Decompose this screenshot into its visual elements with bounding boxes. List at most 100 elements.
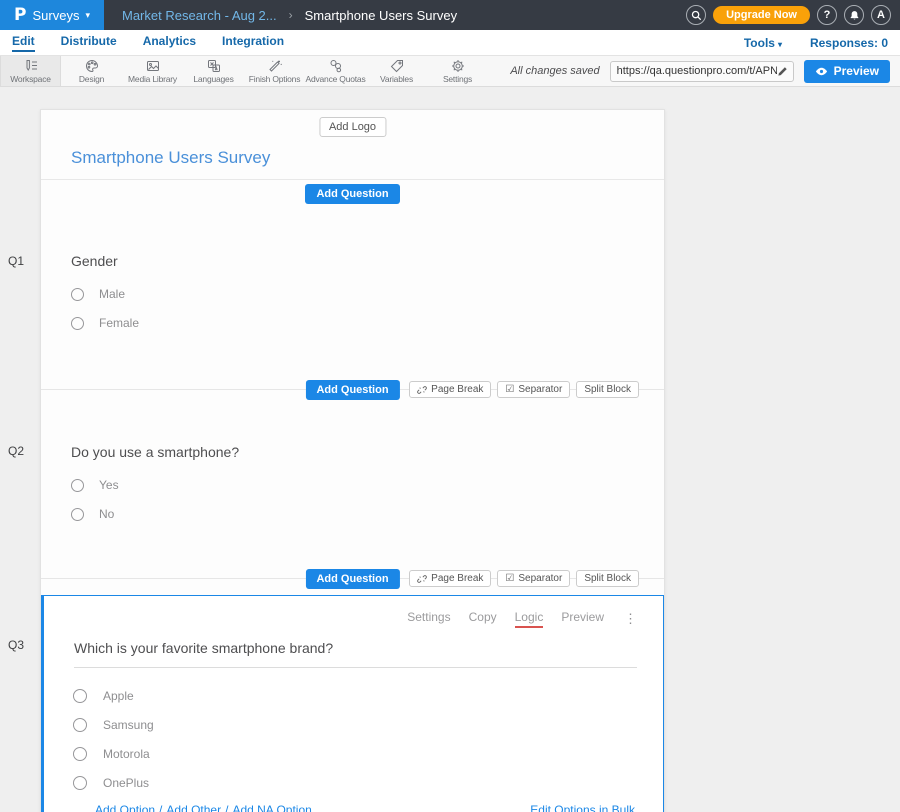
tab-integration[interactable]: Integration (222, 34, 284, 52)
radio-button[interactable] (73, 776, 87, 790)
search-button[interactable] (686, 5, 706, 25)
avatar-initial: A (877, 9, 885, 21)
option-label[interactable]: Female (99, 316, 139, 330)
quota-links-icon (329, 59, 343, 73)
option-label[interactable]: Yes (99, 478, 119, 492)
avatar[interactable]: A (871, 5, 891, 25)
more-options-icon[interactable]: ⋮ (624, 611, 637, 627)
survey-title[interactable]: Smartphone Users Survey (71, 148, 270, 168)
option-label[interactable]: OnePlus (103, 776, 149, 790)
question-text[interactable]: Gender (71, 253, 664, 269)
toolbar-item-design[interactable]: Design (61, 56, 122, 86)
question-settings-button[interactable]: Settings (407, 610, 450, 628)
radio-button[interactable] (71, 288, 84, 301)
split-block-button[interactable]: Split Block (576, 381, 639, 398)
add-question-row-1: Add Question (41, 180, 664, 207)
answer-option: Motorola (73, 747, 663, 761)
toolbar-item-variables[interactable]: Variables (366, 56, 427, 86)
add-option-link[interactable]: Add Option (95, 803, 155, 812)
breadcrumb-survey-name: Smartphone Users Survey (305, 8, 457, 23)
question-block-q1[interactable]: Gender Male Female (41, 207, 664, 380)
toolbar-item-label: Advance Quotas (305, 74, 365, 84)
languages-icon (207, 59, 221, 73)
tab-edit[interactable]: Edit (12, 34, 35, 52)
survey-url-text: https://qa.questionpro.com/t/APNrFZgQ (617, 65, 777, 77)
edit-pencil-icon[interactable] (777, 66, 788, 77)
notifications-button[interactable] (844, 5, 864, 25)
toolbar-item-label: Variables (380, 74, 413, 84)
radio-button[interactable] (73, 689, 87, 703)
separator-button[interactable]: ☑ Separator (497, 570, 570, 587)
add-question-button[interactable]: Add Question (305, 380, 399, 400)
answer-option: Samsung (73, 718, 663, 732)
add-other-link[interactable]: Add Other (166, 803, 221, 812)
option-label[interactable]: No (99, 507, 114, 521)
question-text[interactable]: Do you use a smartphone? (71, 444, 664, 460)
add-question-button[interactable]: Add Question (305, 184, 399, 204)
page-break-button[interactable]: Page Break (409, 381, 491, 398)
tab-distribute[interactable]: Distribute (61, 34, 117, 52)
page-break-button[interactable]: Page Break (409, 570, 491, 587)
page-break-label: Page Break (431, 384, 483, 395)
question-preview-button[interactable]: Preview (561, 610, 604, 628)
radio-button[interactable] (73, 718, 87, 732)
survey-canvas: Q1 Q2 Q3 Add Logo Smartphone Users Surve… (0, 87, 900, 812)
bell-icon (849, 10, 860, 21)
toolbar-item-label: Settings (443, 74, 472, 84)
save-status: All changes saved (510, 65, 599, 77)
survey-card: Add Logo Smartphone Users Survey Add Que… (40, 109, 665, 812)
upgrade-now-button[interactable]: Upgrade Now (713, 6, 810, 24)
question-toolbar: Settings Copy Logic Preview ⋮ (44, 596, 663, 628)
toolbar-item-workspace[interactable]: Workspace (0, 56, 61, 86)
question-block-q3-selected[interactable]: Settings Copy Logic Preview ⋮ Which is y… (41, 595, 664, 812)
option-label[interactable]: Apple (103, 689, 134, 703)
question-block-q2[interactable]: Do you use a smartphone? Yes No (41, 398, 664, 569)
separator-button[interactable]: ☑ Separator (497, 381, 570, 398)
radio-button[interactable] (73, 747, 87, 761)
radio-button[interactable] (71, 317, 84, 330)
question-mark-icon: ? (824, 9, 831, 21)
preview-button[interactable]: Preview (804, 60, 890, 83)
split-block-label: Split Block (584, 573, 631, 584)
question-copy-button[interactable]: Copy (469, 610, 497, 628)
option-label[interactable]: Motorola (103, 747, 150, 761)
toolbar-item-label: Languages (193, 74, 233, 84)
page-break-icon (417, 385, 427, 395)
topbar-actions: Upgrade Now ? A (686, 5, 900, 25)
survey-url-field[interactable]: https://qa.questionpro.com/t/APNrFZgQ (610, 61, 794, 82)
chevron-down-icon: ▾ (778, 40, 782, 49)
edit-options-in-bulk-link[interactable]: Edit Options in Bulk (530, 803, 635, 812)
tag-icon (390, 59, 404, 73)
toolbar-item-media-library[interactable]: Media Library (122, 56, 183, 86)
toolbar-item-settings[interactable]: Settings (427, 56, 488, 86)
questionpro-logo: P (14, 5, 26, 25)
answer-option: Female (71, 316, 664, 330)
insert-row-1: Add Question Page Break ☑ Separator Spli… (41, 380, 664, 398)
option-label[interactable]: Samsung (103, 718, 154, 732)
tools-menu[interactable]: Tools▾ (744, 36, 782, 50)
breadcrumb-chevron-icon: › (289, 8, 293, 22)
question-text-input[interactable]: Which is your favorite smartphone brand? (74, 640, 637, 668)
question-code-q2: Q2 (8, 444, 24, 458)
split-block-button[interactable]: Split Block (576, 570, 639, 587)
help-button[interactable]: ? (817, 5, 837, 25)
add-na-option-link[interactable]: Add NA Option (232, 803, 311, 812)
radio-button[interactable] (71, 508, 84, 521)
surveys-menu[interactable]: P Surveys ▾ (0, 0, 104, 30)
tab-analytics[interactable]: Analytics (143, 34, 196, 52)
radio-button[interactable] (71, 479, 84, 492)
toolbar-item-advance-quotas[interactable]: Advance Quotas (305, 56, 366, 86)
question-logic-button[interactable]: Logic (515, 610, 544, 628)
option-label[interactable]: Male (99, 287, 125, 301)
preview-button-label: Preview (834, 64, 879, 78)
toolbar-item-finish-options[interactable]: Finish Options (244, 56, 305, 86)
add-logo-button[interactable]: Add Logo (319, 117, 386, 137)
chevron-down-icon: ▾ (85, 10, 90, 21)
add-question-button[interactable]: Add Question (305, 569, 399, 589)
responses-count[interactable]: Responses: 0 (810, 36, 888, 50)
answer-option: Yes (71, 478, 664, 492)
breadcrumb-folder[interactable]: Market Research - Aug 2... (122, 8, 277, 23)
gear-icon (451, 59, 465, 73)
answer-option: No (71, 507, 664, 521)
toolbar-item-languages[interactable]: Languages (183, 56, 244, 86)
